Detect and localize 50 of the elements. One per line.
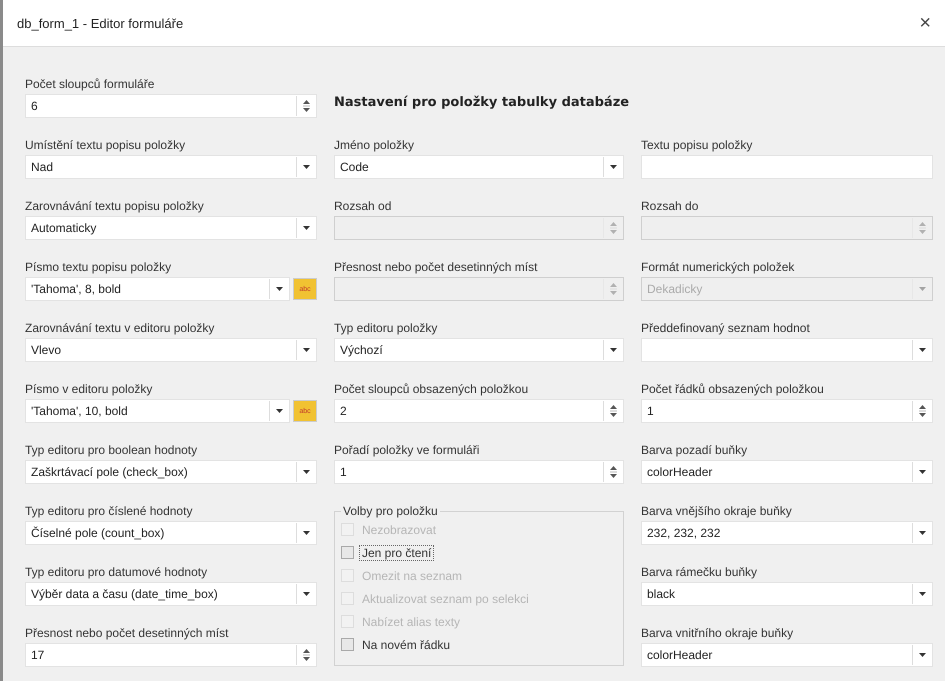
field-label: Typ editoru položky	[334, 321, 438, 335]
checkbox-label[interactable]: Na novém řádku	[360, 638, 452, 652]
close-button[interactable]: ×	[915, 12, 935, 34]
field-label: Pořadí položky ve formuláři	[334, 443, 480, 457]
field-label: Typ editoru pro boolean hodnoty	[25, 443, 198, 457]
spin-field[interactable]: 1	[641, 399, 933, 423]
field-label: Písmo textu popisu položky	[25, 260, 172, 274]
field-label: Rozsah do	[641, 199, 700, 213]
spin-field[interactable]: 17	[25, 643, 317, 667]
field-label: Barva vnitřního okraje buňky	[641, 626, 794, 640]
dropdown-field[interactable]: 'Tahoma', 8, bold	[25, 277, 290, 301]
field-label: Rozsah od	[334, 199, 392, 213]
field-label: Formát numerických položek	[641, 260, 796, 274]
group-title: Volby pro položku	[342, 504, 439, 518]
field-label: Barva pozadí buňky	[641, 443, 748, 457]
field-label: Zarovnávání textu v editoru položky	[25, 321, 216, 335]
dropdown-field[interactable]: 232, 232, 232	[641, 521, 933, 545]
section-heading: Nastavení pro položky tabulky databáze	[334, 95, 630, 110]
spin-field[interactable]: 1	[334, 460, 624, 484]
dropdown-field[interactable]: Code	[334, 155, 624, 179]
checkbox-label[interactable]: Jen pro čtení	[360, 546, 434, 560]
field-label: Počet sloupců formuláře	[25, 77, 156, 91]
field-label: Barva rámečku buňky	[641, 565, 758, 579]
dropdown-field[interactable]: Výchozí	[334, 338, 624, 362]
dropdown-field[interactable]: black	[641, 582, 933, 606]
field-label: Písmo v editoru položky	[25, 382, 154, 396]
dropdown-field[interactable]: Číselné pole (count_box)	[25, 521, 317, 545]
field-label: Zarovnávání textu popisu položky	[25, 199, 205, 213]
dropdown-field[interactable]: Nad	[25, 155, 317, 179]
spin-field[interactable]: 2	[334, 399, 624, 423]
field-label: Přesnost nebo počet desetinných míst	[25, 626, 230, 640]
field-label: Předdefinovaný seznam hodnot	[641, 321, 811, 335]
field-label: Typ editoru pro datumové hodnoty	[25, 565, 208, 579]
field-label: Barva vnějšího okraje buňky	[641, 504, 793, 518]
dropdown-field[interactable]: colorHeader	[641, 460, 933, 484]
dropdown-field[interactable]: Výběr data a času (date_time_box)	[25, 582, 317, 606]
field-label: Přesnost nebo počet desetinných míst	[334, 260, 538, 274]
field-label: Umístění textu popisu položky	[25, 138, 186, 152]
dropdown-field[interactable]: 'Tahoma', 10, bold	[25, 399, 290, 423]
field-label: Jméno položky	[334, 138, 416, 152]
field-label: Počet řádků obsazených položkou	[641, 382, 825, 396]
spin-field[interactable]: 6	[25, 94, 317, 118]
dropdown-field[interactable]: Automaticky	[25, 216, 317, 240]
field-label: Počet sloupců obsazených položkou	[334, 382, 530, 396]
dropdown-field[interactable]: colorHeader	[641, 643, 933, 667]
dropdown-field[interactable]: Vlevo	[25, 338, 317, 362]
window-title: db_form_1 - Editor formuláře	[17, 16, 184, 30]
field-label: Typ editoru pro číslené hodnoty	[25, 504, 194, 518]
field-label: Textu popisu položky	[641, 138, 754, 152]
dropdown-field[interactable]: Zaškrtávací pole (check_box)	[25, 460, 317, 484]
